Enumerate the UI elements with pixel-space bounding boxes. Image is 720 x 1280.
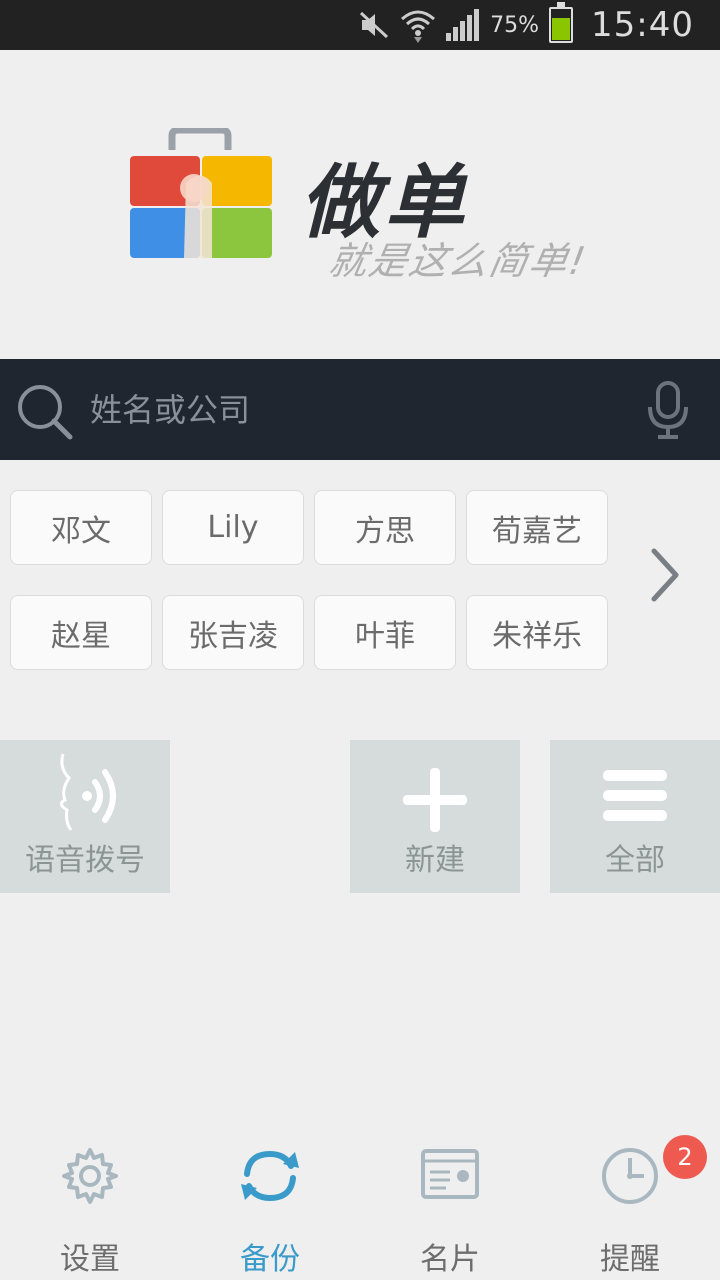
mute-icon (358, 10, 390, 40)
new-label: 新建 (405, 843, 465, 878)
contact-chip[interactable]: 赵星 (10, 595, 152, 670)
logo-area: 做单 就是这么简单! (0, 50, 720, 359)
nav-card[interactable]: 名片 (360, 1142, 540, 1277)
status-bar: 75% 15:40 (0, 0, 720, 50)
nav-card-label: 名片 (420, 1242, 480, 1277)
new-button[interactable]: 新建 (350, 740, 520, 893)
nav-backup[interactable]: 备份 (180, 1142, 360, 1277)
business-card-icon (360, 1146, 540, 1202)
plus-icon (350, 748, 520, 838)
search-icon[interactable] (14, 381, 74, 445)
all-button[interactable]: 全部 (550, 740, 720, 893)
voice-dial-label: 语音拨号 (25, 843, 145, 878)
contact-chip[interactable]: 邓文 (10, 490, 152, 565)
battery-icon (549, 2, 574, 43)
contact-chip[interactable]: 朱祥乐 (466, 595, 608, 670)
nav-backup-label: 备份 (240, 1242, 300, 1277)
clock: 15:40 (591, 5, 694, 45)
signal-icon (446, 9, 480, 41)
reminder-badge: 2 (663, 1135, 707, 1179)
all-label: 全部 (605, 843, 665, 878)
nav-settings[interactable]: 设置 (0, 1142, 180, 1277)
contact-chip[interactable]: 张吉凌 (162, 595, 304, 670)
menu-icon (550, 748, 720, 838)
microphone-icon[interactable] (644, 381, 692, 443)
contact-chip[interactable]: 荀嘉艺 (466, 490, 608, 565)
chevron-right-icon[interactable] (640, 540, 690, 610)
bottom-nav: 设置 备份 名片 提醒 (0, 1120, 720, 1280)
logo-slogan: 就是这么简单! (325, 239, 591, 283)
gear-icon (0, 1146, 180, 1206)
nav-reminder-label: 提醒 (600, 1242, 660, 1277)
sync-icon (180, 1146, 360, 1206)
nav-settings-label: 设置 (60, 1242, 120, 1277)
battery-percent: 75% (490, 12, 540, 38)
wifi-icon (400, 7, 436, 43)
contact-chip[interactable]: 叶菲 (314, 595, 456, 670)
contact-chip[interactable]: Lily (162, 490, 304, 565)
search-bar (0, 359, 720, 460)
voice-dial-icon (0, 748, 170, 838)
briefcase-logo-icon (128, 126, 278, 267)
search-input[interactable] (90, 384, 610, 436)
contact-chip[interactable]: 方思 (314, 490, 456, 565)
voice-dial-button[interactable]: 语音拨号 (0, 740, 170, 893)
